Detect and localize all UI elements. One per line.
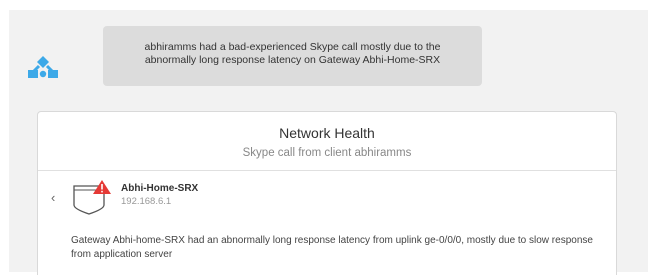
divider	[38, 170, 616, 171]
network-topology-icon	[28, 56, 58, 78]
device-name: Abhi-Home-SRX	[121, 183, 199, 194]
card-title: Network Health	[279, 125, 375, 141]
health-message: Gateway Abhi-home-SRX had an abnormally …	[71, 235, 593, 260]
assistant-message-bubble: abhiramms had a bad-experienced Skype ca…	[103, 26, 482, 86]
gateway-icon	[73, 180, 111, 215]
chevron-left-icon[interactable]: ‹	[51, 191, 61, 205]
network-health-card: Network Health Skype call from client ab…	[37, 111, 617, 275]
assistant-message-text: abhiramms had a bad-experienced Skype ca…	[144, 41, 441, 66]
card-subtitle: Skype call from client abhiramms	[242, 147, 412, 159]
device-ip: 192.168.6.1	[121, 196, 172, 207]
